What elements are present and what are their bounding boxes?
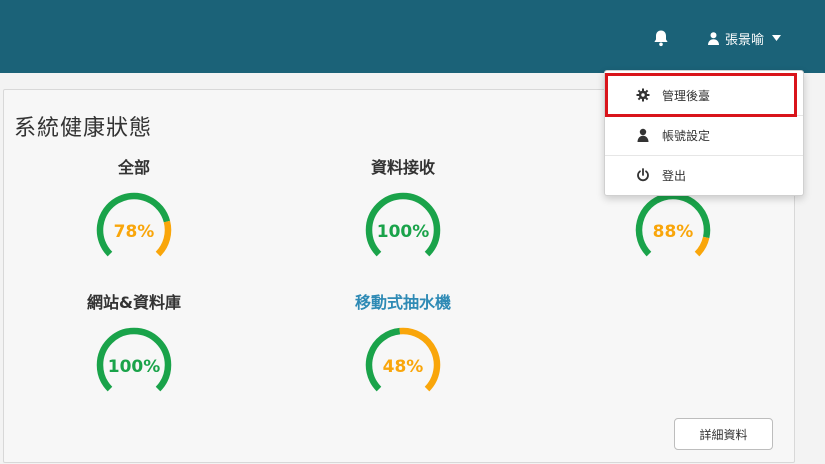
gauge-mobile-pump[interactable]: 移動式抽水機 48% — [343, 292, 463, 404]
menu-item-label: 帳號設定 — [662, 128, 711, 143]
bell-icon[interactable] — [652, 29, 670, 47]
gauge-value: 100% — [108, 357, 161, 377]
gauge-chart: 48% — [365, 327, 441, 392]
gauge-value: 78% — [114, 222, 155, 242]
gauge-value: 88% — [653, 222, 694, 242]
gauge-link-mobile-pump[interactable]: 移動式抽水機 — [343, 292, 463, 314]
user-icon — [637, 128, 649, 142]
gauge-label: 資料接收 — [370, 158, 435, 177]
menu-item-account-settings[interactable]: 帳號設定 — [605, 116, 803, 154]
gauge-chart: 78% — [96, 192, 172, 257]
gauge-chart: 100% — [365, 192, 441, 257]
gauge-label: 全部 — [117, 158, 150, 177]
gauge-remainder — [155, 220, 172, 257]
gauge-chart: 88% — [635, 192, 711, 257]
menu-item-label: 登出 — [662, 168, 687, 183]
gauge-remainder — [694, 236, 710, 257]
caret-down-icon — [772, 35, 782, 41]
details-button[interactable]: 詳細資料 — [674, 418, 773, 450]
menu-item-logout[interactable]: 登出 — [605, 156, 803, 194]
user-menu-toggle[interactable]: 張景喻 — [708, 29, 782, 48]
gauge-value: 48% — [383, 357, 424, 377]
highlight-annotation — [605, 73, 797, 117]
gauge-chart: 100% — [96, 327, 172, 392]
gauge-all: 全部 78% — [74, 157, 194, 269]
gauge-data-receive: 資料接收 100% — [343, 157, 463, 269]
top-navbar: 張景喻 — [0, 0, 825, 73]
gauge-label: 網站&資料庫 — [87, 293, 181, 312]
gauge-website-db: 網站&資料庫 100% — [74, 292, 194, 404]
user-name: 張景喻 — [725, 32, 765, 48]
panel-title: 系統健康狀態 — [14, 116, 153, 141]
gauge-value: 100% — [377, 222, 430, 242]
power-icon — [637, 168, 649, 182]
user-icon — [708, 31, 719, 45]
